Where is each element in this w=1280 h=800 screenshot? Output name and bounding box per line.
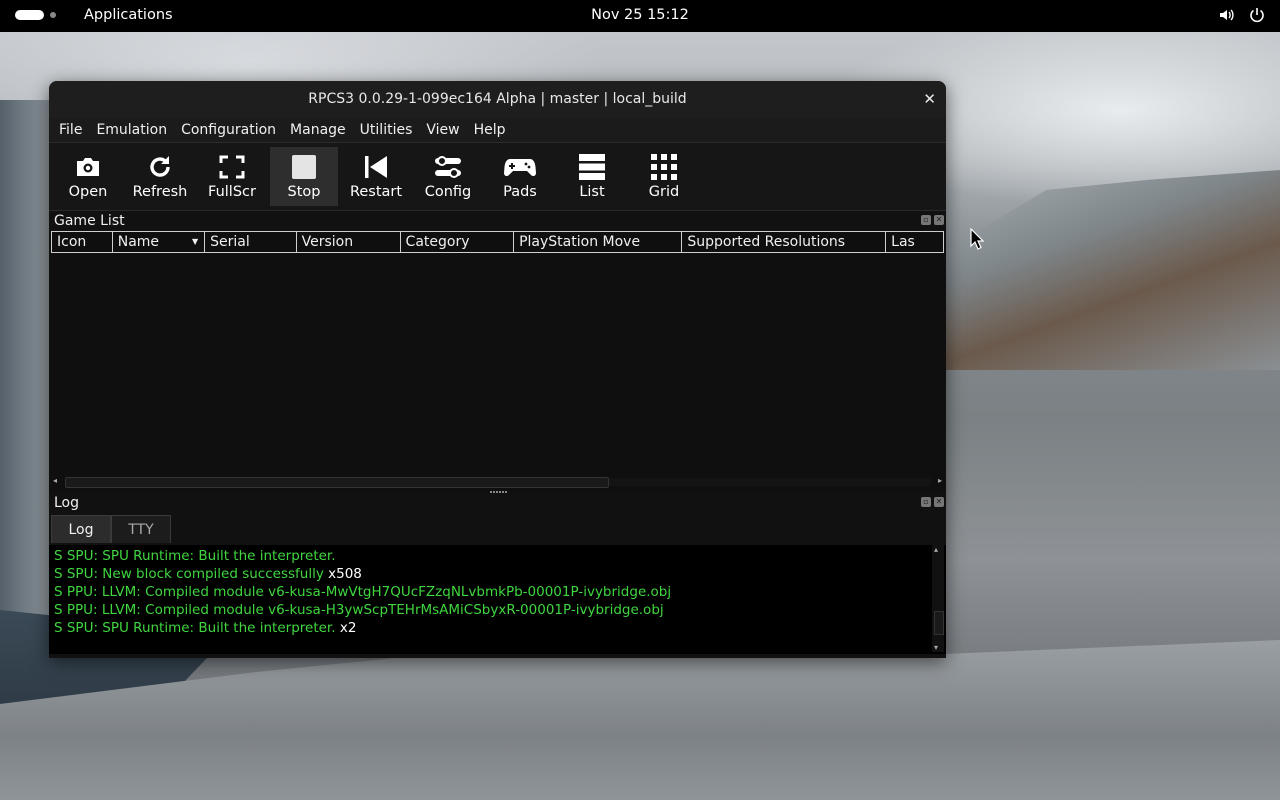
log-line-count: x2 [339, 620, 357, 636]
log-line: S SPU: New block compiled successfully x… [49, 565, 946, 583]
log-line-count: x508 [328, 566, 362, 582]
wallpaper-rock [946, 170, 1280, 370]
config-icon [435, 156, 461, 178]
column-header-playstation-move[interactable]: PlayStation Move [514, 231, 683, 253]
column-header-version[interactable]: Version [296, 231, 401, 253]
menu-view[interactable]: View [419, 122, 466, 138]
column-header-serial[interactable]: Serial [205, 231, 297, 253]
clock[interactable]: Nov 25 15:12 [0, 7, 1280, 23]
log-line: S PPU: LLVM: Compiled module v6-kusa-MwV… [49, 583, 946, 601]
open-button[interactable]: Open [54, 147, 122, 206]
scrollbar-thumb[interactable] [934, 611, 944, 635]
close-icon[interactable]: ✕ [934, 497, 944, 507]
menu-file[interactable]: File [49, 122, 89, 138]
log-titlebar[interactable]: Log ▫ ✕ [49, 493, 946, 515]
column-header-icon[interactable]: Icon [51, 231, 113, 253]
scroll-up-icon[interactable]: ▴ [934, 545, 938, 554]
fullscreen-icon [219, 155, 245, 179]
float-icon[interactable]: ▫ [921, 215, 931, 225]
log-line: S PPU: LLVM: Compiled module v6-kusa-H3y… [49, 601, 946, 619]
horizontal-scrollbar[interactable]: ◂ ▸ [51, 476, 944, 488]
sort-descending-icon: ▼ [192, 237, 199, 246]
game-list-titlebar[interactable]: Game List ▫ ✕ [49, 211, 946, 231]
fullscreen-label: FullScr [208, 184, 256, 200]
toolbar: Open Refresh FullScr Stop Restart Config… [49, 143, 946, 211]
fullscreen-button[interactable]: FullScr [198, 147, 266, 206]
column-header-supported-resolutions[interactable]: Supported Resolutions [682, 231, 887, 253]
column-header-name-label: Name [117, 234, 160, 250]
tab-log[interactable]: Log [51, 515, 111, 543]
grid-icon [651, 154, 677, 180]
log-line-text: S PPU: LLVM: Compiled module v6-kusa-MwV… [54, 584, 672, 600]
gamepad-icon [504, 159, 536, 177]
log-output[interactable]: S SPU: SPU Runtime: Built the interprete… [49, 545, 946, 654]
menu-bar: File Emulation Configuration Manage Util… [49, 118, 946, 143]
stop-icon [292, 155, 316, 179]
refresh-label: Refresh [132, 184, 188, 200]
camera-icon [77, 158, 99, 176]
table-header: Icon Name ▼ Serial Version Category PlayS… [51, 231, 944, 253]
scroll-down-icon[interactable]: ▾ [934, 643, 938, 652]
game-list-table[interactable]: Icon Name ▼ Serial Version Category PlayS… [49, 231, 946, 493]
list-label: List [579, 184, 605, 200]
close-icon[interactable]: ✕ [923, 90, 936, 108]
list-icon [579, 154, 605, 180]
log-tabs: Log TTY [49, 515, 946, 545]
refresh-button[interactable]: Refresh [126, 147, 194, 206]
stop-label: Stop [287, 184, 321, 200]
log-line: S SPU: SPU Runtime: Built the interprete… [49, 619, 946, 637]
log-line-text: S SPU: SPU Runtime: Built the interprete… [54, 548, 336, 564]
menu-help[interactable]: Help [467, 122, 513, 138]
column-header-category[interactable]: Category [400, 231, 515, 253]
log-line: S SPU: SPU Runtime: Built the interprete… [49, 547, 946, 565]
tab-tty[interactable]: TTY [111, 515, 171, 543]
restart-label: Restart [349, 184, 403, 200]
close-icon[interactable]: ✕ [934, 215, 944, 225]
grid-view-button[interactable]: Grid [630, 147, 698, 206]
mouse-pointer-icon [970, 228, 984, 250]
refresh-icon [150, 156, 170, 177]
stop-button[interactable]: Stop [270, 147, 338, 206]
grid-label: Grid [648, 184, 680, 200]
window-titlebar[interactable]: RPCS3 0.0.29-1-099ec164 Alpha | master |… [49, 81, 946, 118]
scrollbar-thumb[interactable] [65, 477, 609, 488]
window-title: RPCS3 0.0.29-1-099ec164 Alpha | master |… [308, 91, 687, 107]
pads-label: Pads [503, 184, 537, 200]
config-label: Config [424, 184, 472, 200]
volume-icon[interactable] [1218, 6, 1236, 24]
system-tray[interactable] [1218, 6, 1266, 24]
float-icon[interactable]: ▫ [921, 497, 931, 507]
menu-configuration[interactable]: Configuration [174, 122, 283, 138]
log-line-text: S PPU: LLVM: Compiled module v6-kusa-H3y… [54, 602, 664, 618]
config-button[interactable]: Config [414, 147, 482, 206]
column-header-name[interactable]: Name ▼ [112, 231, 206, 253]
list-view-button[interactable]: List [558, 147, 626, 206]
menu-emulation[interactable]: Emulation [89, 122, 174, 138]
rpcs3-window: RPCS3 0.0.29-1-099ec164 Alpha | master |… [49, 81, 946, 658]
power-icon[interactable] [1248, 6, 1266, 24]
vertical-scrollbar[interactable]: ▴ ▾ [932, 545, 944, 652]
pads-button[interactable]: Pads [486, 147, 554, 206]
log-line-text: S SPU: New block compiled successfully [54, 566, 324, 582]
restart-button[interactable]: Restart [342, 147, 410, 206]
scroll-left-icon[interactable]: ◂ [53, 476, 57, 485]
log-title: Log [54, 495, 80, 511]
restart-icon [365, 156, 387, 178]
menu-utilities[interactable]: Utilities [353, 122, 420, 138]
open-label: Open [68, 184, 108, 200]
column-header-last[interactable]: Las [886, 231, 944, 253]
top-bar: Applications Nov 25 15:12 [0, 0, 1280, 32]
game-list-title: Game List [54, 213, 125, 229]
scroll-right-icon[interactable]: ▸ [938, 476, 942, 485]
log-line-text: S SPU: SPU Runtime: Built the interprete… [54, 620, 336, 636]
menu-manage[interactable]: Manage [283, 122, 353, 138]
